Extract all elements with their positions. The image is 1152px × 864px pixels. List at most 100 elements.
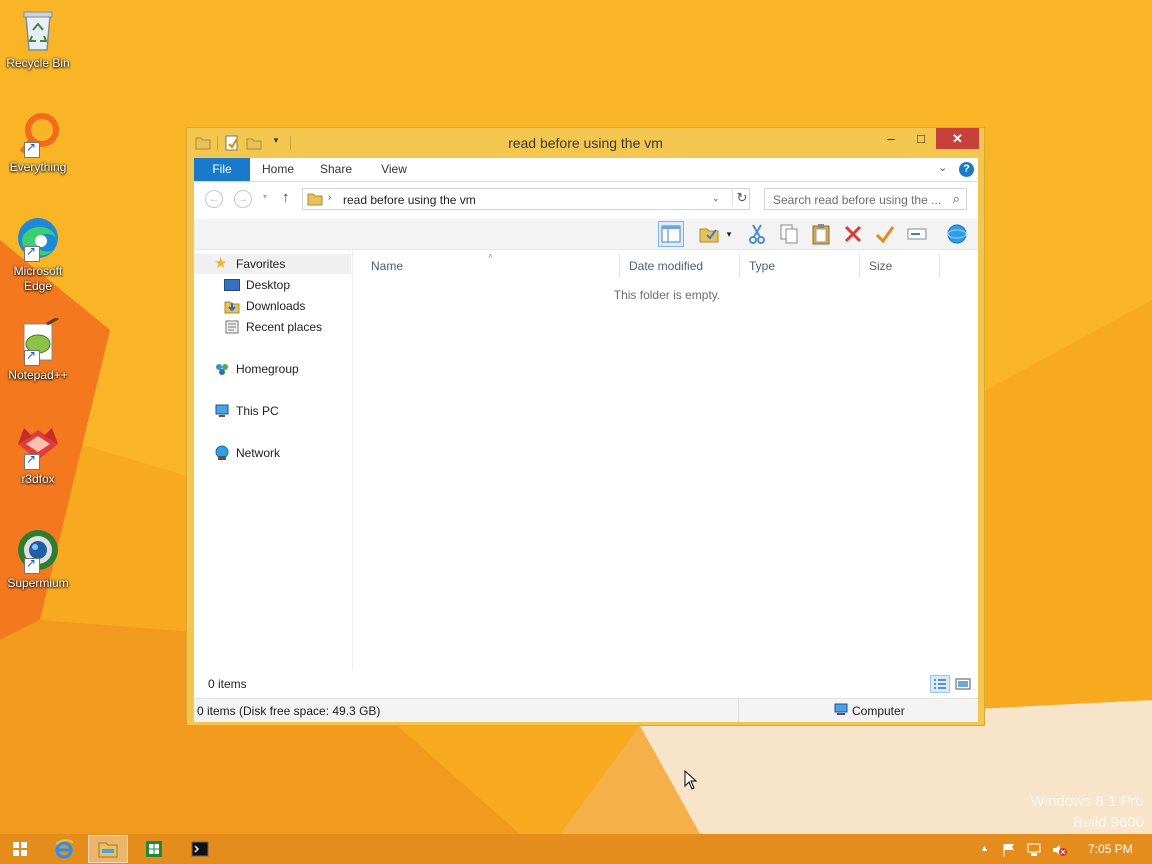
nav-item-network[interactable]: Network xyxy=(214,443,280,463)
column-header-type[interactable]: Type xyxy=(740,254,860,278)
nav-item-downloads[interactable]: Downloads xyxy=(224,296,305,316)
show-hidden-icons-chevron-icon[interactable]: ▲ xyxy=(980,843,992,857)
command-toolbar: ▾ xyxy=(194,219,978,250)
taskbar: ▲ 7:05 PM xyxy=(0,834,1152,864)
search-input[interactable]: Search read before using the ... xyxy=(773,193,941,207)
spreadsheet-app-icon xyxy=(146,841,162,857)
status-disk-info: 0 items (Disk free space: 49.3 GB) xyxy=(197,704,381,718)
desktop-folder-icon xyxy=(224,279,240,291)
nav-item-label: Homegroup xyxy=(236,362,299,376)
paste-button[interactable] xyxy=(808,221,834,247)
back-button[interactable]: ← xyxy=(205,190,223,208)
copy-icon xyxy=(780,224,798,244)
taskbar-file-explorer[interactable] xyxy=(88,835,128,863)
copy-button[interactable] xyxy=(776,221,802,247)
column-header-size[interactable]: Size xyxy=(860,254,940,278)
expand-ribbon-icon[interactable]: ⌄ xyxy=(938,161,947,174)
large-icons-view-button[interactable] xyxy=(955,676,971,692)
rename-field-button[interactable] xyxy=(904,221,930,247)
status-bar: 0 items (Disk free space: 49.3 GB) Compu… xyxy=(194,698,978,722)
star-icon: ★ xyxy=(214,255,228,272)
cut-button[interactable] xyxy=(744,221,770,247)
mouse-cursor-icon xyxy=(684,770,698,790)
volume-muted-icon[interactable] xyxy=(1051,843,1067,857)
window-content: File Home Share View ⌄ ? ← → ▾ ↑ › read … xyxy=(194,158,978,722)
system-tray: ▲ xyxy=(980,842,1076,858)
taskbar-clock[interactable]: 7:05 PM xyxy=(1088,842,1133,856)
rename-button[interactable] xyxy=(872,221,898,247)
nav-item-desktop[interactable]: Desktop xyxy=(224,275,290,295)
clipboard-icon xyxy=(812,224,830,245)
desktop-icon-label: Notepad++ xyxy=(8,368,68,382)
search-icon: ⌕ xyxy=(952,191,960,206)
close-button[interactable]: ✕ xyxy=(936,128,979,149)
network-globe-button[interactable] xyxy=(944,221,970,247)
ribbon-tabs: File Home Share View ⌄ ? xyxy=(194,158,978,182)
column-header-name[interactable]: Name ˄ xyxy=(362,252,620,278)
taskbar-terminal[interactable] xyxy=(180,835,220,863)
window-title: read before using the vm xyxy=(508,135,663,151)
status-divider xyxy=(738,699,739,722)
explorer-window[interactable]: ▾ read before using the vm – □ ✕ File Ho… xyxy=(186,127,985,726)
desktop-icon-notepadpp[interactable]: Notepad++ xyxy=(2,316,74,383)
refresh-button[interactable]: ↻ xyxy=(732,190,751,206)
nav-item-thispc[interactable]: This PC xyxy=(214,401,279,421)
tab-view[interactable]: View xyxy=(372,158,416,181)
preview-pane-button[interactable] xyxy=(658,221,684,247)
column-header-date[interactable]: Date modified xyxy=(620,254,740,278)
breadcrumb[interactable]: read before using the vm xyxy=(343,193,476,207)
computer-icon xyxy=(214,403,230,419)
delete-button[interactable] xyxy=(840,221,866,247)
up-button[interactable]: ↑ xyxy=(282,189,290,206)
action-center-flag-icon[interactable] xyxy=(1001,843,1017,857)
navigation-bar: ← → ▾ ↑ › read before using the vm ⌄ ↻ S… xyxy=(194,182,978,219)
forward-button[interactable]: → xyxy=(234,190,252,208)
network-icon xyxy=(214,445,230,461)
globe-icon xyxy=(947,224,967,244)
breadcrumb-chevron-icon[interactable]: › xyxy=(328,192,331,203)
desktop-icon-label: Supermium xyxy=(7,576,69,590)
properties-button[interactable] xyxy=(696,221,722,247)
nav-item-favorites[interactable]: ★ Favorites xyxy=(194,254,351,274)
delete-x-icon xyxy=(844,225,862,243)
desktop-icon-r3dfox[interactable]: r3dfox xyxy=(2,422,74,487)
minimize-button[interactable]: – xyxy=(877,128,905,149)
sort-ascending-icon: ˄ xyxy=(488,252,493,261)
start-button[interactable] xyxy=(0,835,40,863)
column-label: Name xyxy=(371,259,404,273)
search-box[interactable]: Search read before using the ... ⌕ xyxy=(764,188,967,210)
tab-share[interactable]: Share xyxy=(314,158,358,181)
address-bar[interactable]: › read before using the vm ⌄ ↻ xyxy=(302,188,750,210)
desktop-icon-edge[interactable]: Microsoft Edge xyxy=(2,214,74,294)
empty-folder-message: This folder is empty. xyxy=(613,288,721,302)
title-bar[interactable]: ▾ read before using the vm – □ ✕ xyxy=(187,128,984,158)
taskbar-internet-explorer[interactable] xyxy=(44,835,84,863)
status-location: Computer xyxy=(852,704,905,718)
desktop-icon-recycle-bin[interactable]: Recycle Bin xyxy=(2,6,74,71)
tab-file[interactable]: File xyxy=(194,158,250,181)
nav-item-homegroup[interactable]: Homegroup xyxy=(214,359,299,379)
help-icon[interactable]: ? xyxy=(959,162,974,177)
details-view-button[interactable] xyxy=(930,675,950,693)
folder-icon xyxy=(307,192,323,206)
desktop-icon-everything[interactable]: Everything xyxy=(2,110,74,175)
network-tray-icon[interactable] xyxy=(1026,843,1042,857)
desktop-icon-supermium[interactable]: Supermium xyxy=(2,526,74,591)
taskbar-spreadsheet[interactable] xyxy=(134,835,174,863)
desktop-icon-label: Recycle Bin xyxy=(6,56,70,70)
tab-home[interactable]: Home xyxy=(256,158,300,181)
nav-item-label: Desktop xyxy=(246,278,291,292)
address-history-dropdown[interactable]: ⌄ xyxy=(712,193,720,204)
recycle-bin-icon xyxy=(23,11,53,51)
windows-logo-icon xyxy=(13,842,27,856)
large-icons-view-icon xyxy=(955,678,971,690)
properties-dropdown-icon[interactable]: ▾ xyxy=(722,221,736,247)
recent-locations-dropdown[interactable]: ▾ xyxy=(263,192,267,201)
desktop-icon-label: r3dfox xyxy=(21,472,55,486)
nav-item-label: This PC xyxy=(236,404,279,418)
maximize-button[interactable]: □ xyxy=(907,128,935,149)
nav-item-recent[interactable]: Recent places xyxy=(224,317,322,337)
nav-item-label: Network xyxy=(236,446,281,460)
homegroup-icon xyxy=(214,361,230,377)
preview-pane-icon xyxy=(661,225,681,243)
